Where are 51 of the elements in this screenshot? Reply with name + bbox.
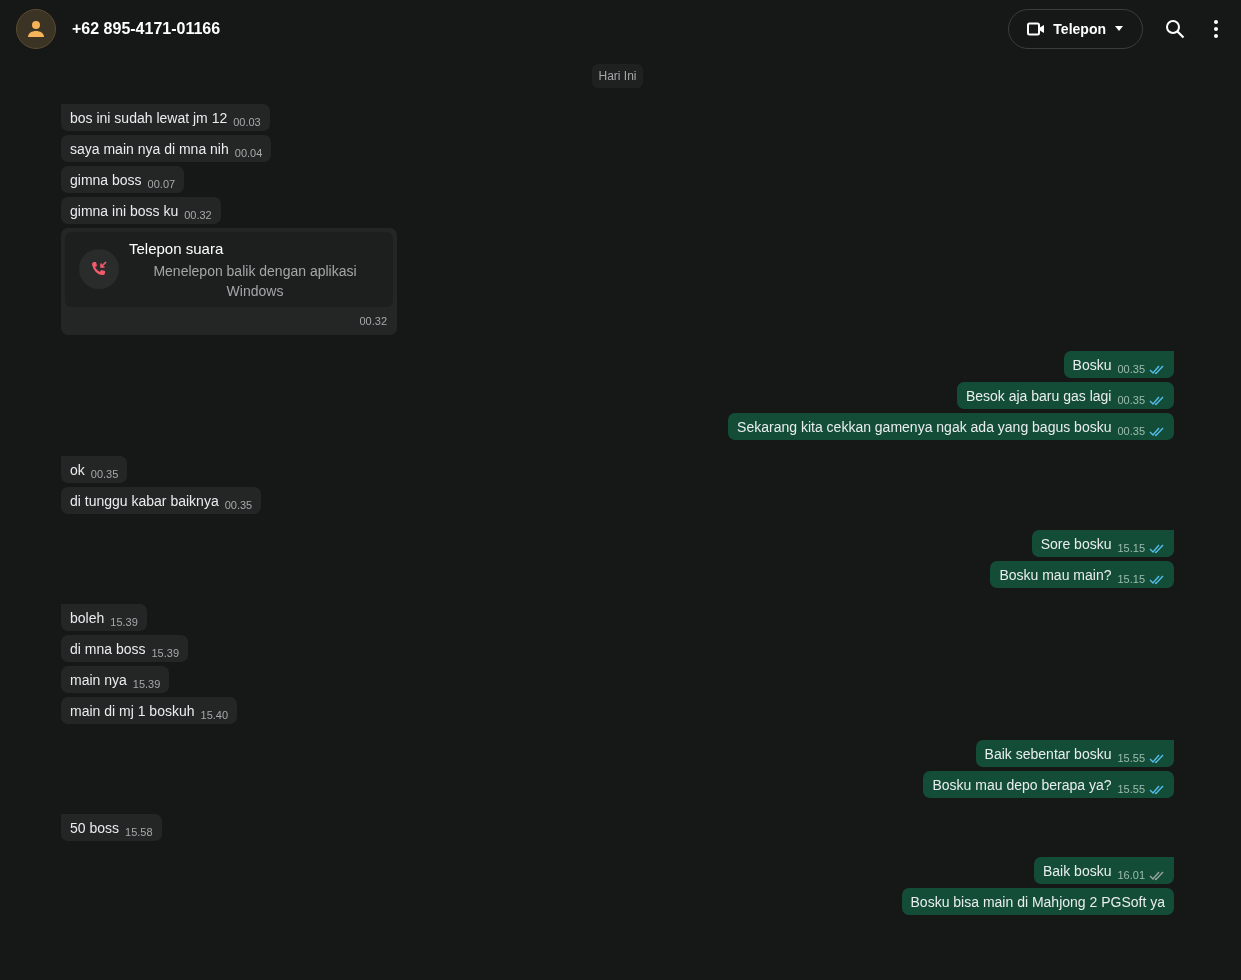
message-text: Besok aja baru gas lagi (965, 387, 1112, 405)
message-time: 00.04 (234, 146, 263, 161)
message-time: 00.32 (184, 208, 212, 223)
message-text: Bosku bisa main di Mahjong 2 PGSoft ya (910, 893, 1165, 911)
message-text: main di mj 1 boskuh (70, 702, 195, 720)
caret-icon (1114, 26, 1124, 32)
message-text: saya main nya di mna nih (70, 140, 229, 158)
message-time: 00.32 (358, 313, 388, 329)
message-text: 50 boss (70, 819, 120, 837)
message-text: ok (70, 461, 85, 479)
message-time: 15.55 (1117, 782, 1145, 797)
message-time: 15.58 (125, 825, 153, 840)
message-time: 00.35 (90, 467, 119, 482)
message-text: Sekarang kita cekkan gamenya ngak ada yang bagus bosku (737, 418, 1112, 436)
message-time: 15.39 (110, 615, 138, 630)
message-time: 15.40 (200, 708, 229, 723)
message-time: 00.35 (1117, 393, 1145, 408)
message-text: Baik sebentar bosku (984, 745, 1112, 763)
message-text: gimna ini boss ku (70, 202, 179, 220)
message-time: 16.01 (1117, 868, 1145, 883)
message-text: Bosku mau main? (999, 566, 1112, 584)
message-time: 00.35 (1117, 362, 1145, 377)
call-subtitle: Menelepon balik dengan aplikasi Windows (152, 261, 358, 301)
message-time: 15.39 (132, 677, 161, 692)
video-camera-icon (1027, 22, 1046, 36)
message-text: Bosku (1072, 356, 1112, 374)
message-time: 15.39 (151, 646, 179, 661)
search-icon (1165, 19, 1185, 39)
contact-avatar[interactable] (16, 9, 56, 49)
message-text: gimna boss (70, 171, 142, 189)
date-chip: Hari Ini (592, 64, 643, 88)
message-text: bos ini sudah lewat jm 12 (70, 109, 228, 127)
missed-call-icon (79, 249, 119, 290)
message-time: 00.35 (1117, 424, 1145, 439)
message-text: main nya (70, 671, 127, 689)
message-text: Bosku mau depo berapa ya? (932, 776, 1112, 794)
message-text: di mna boss (70, 640, 146, 658)
contact-name: +62 895-4171-01166 (72, 19, 221, 39)
message-text: Baik bosku (1043, 862, 1112, 880)
more-icon (1213, 19, 1219, 39)
person-icon (27, 20, 45, 38)
message-time: 15.15 (1117, 572, 1145, 587)
message-time: 00.07 (147, 177, 176, 192)
message-text: di tunggu kabar baiknya (70, 492, 219, 510)
message-time: 15.55 (1117, 751, 1145, 766)
message-time: 00.35 (224, 498, 253, 513)
message-time: 15.15 (1117, 541, 1145, 556)
message-time: 00.03 (233, 115, 261, 130)
message-text: Sore bosku (1040, 535, 1112, 553)
message-text: boleh (70, 609, 105, 627)
call-title: Telepon suara (129, 239, 225, 259)
